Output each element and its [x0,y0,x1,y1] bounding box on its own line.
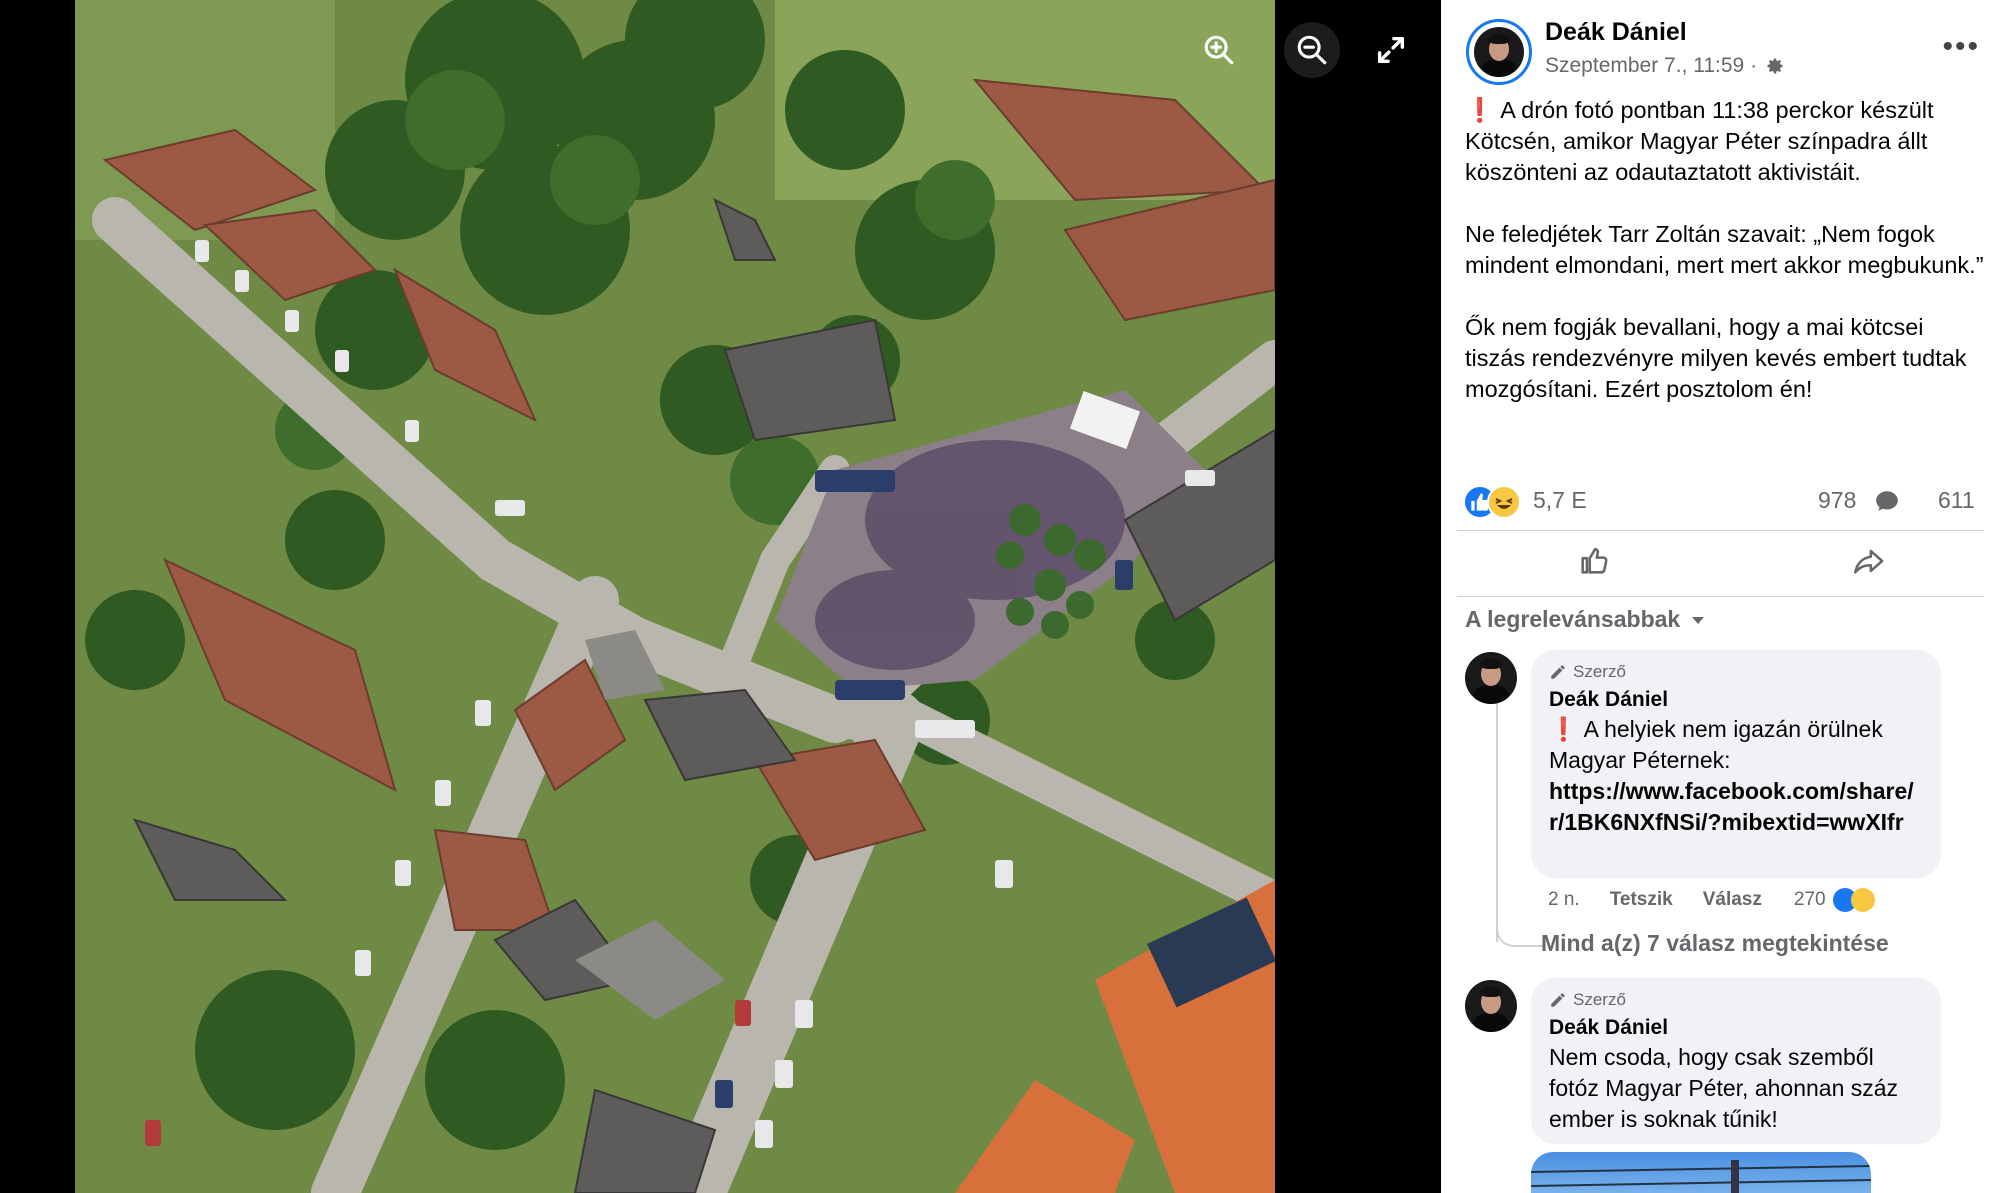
haha-reaction-icon [1850,888,1875,912]
avatar [1474,27,1524,77]
share-button[interactable] [1850,544,1886,578]
drone-photo [75,0,1275,1193]
thread-line [1496,692,1498,942]
exclamation-icon: ❗ [1549,716,1578,742]
comment-avatar[interactable] [1465,980,1517,1032]
comment-reply-button[interactable]: Válasz [1703,889,1762,911]
attachment-image [1531,1160,1871,1193]
author-avatar-ring[interactable] [1466,19,1532,85]
reactions-row: 5,7 E 978 611 [1463,482,2000,519]
post-author-name[interactable]: Deák Dániel [1545,18,1687,47]
zoom-out-icon [1297,35,1327,65]
divider [1457,596,1984,597]
post-panel: Deák Dániel Szeptember 7., 11:59 · ••• ❗… [1441,0,2000,1193]
share-count[interactable]: 611 [1938,487,1975,514]
more-options-button[interactable]: ••• [1942,30,1980,64]
author-badge: Szerző [1549,990,1923,1010]
post-paragraph: Ne feledjétek Tarr Zoltán szavait: „Nem … [1465,221,1984,278]
author-badge: Szerző [1549,662,1923,682]
chevron-down-icon [1692,616,1705,624]
comment-author[interactable]: Deák Dániel [1549,1016,1923,1040]
haha-reaction-icon[interactable] [1487,485,1521,519]
comment-avatar[interactable] [1465,652,1517,704]
zoom-out-button[interactable] [1284,22,1340,78]
post-paragraph: Ők nem fogják bevallani, hogy a mai kötc… [1465,314,1967,402]
comment-sort-label: A legrelevánsabbak [1465,606,1681,632]
pencil-icon [1551,993,1565,1007]
gear-icon[interactable] [1765,56,1785,76]
pencil-icon [1551,665,1565,679]
comment-icon [1876,491,1898,511]
post-timestamp[interactable]: Szeptember 7., 11:59 · [1545,54,1757,78]
action-row [1457,530,1984,596]
post-meta: Szeptember 7., 11:59 · [1545,54,1785,78]
comment-actions: 2 n. Tetszik Válasz 270 [1548,888,1948,912]
fullscreen-button[interactable] [1363,22,1419,78]
exclamation-icon: ❗ [1465,97,1495,123]
photo-viewer [0,0,1441,1193]
reaction-count[interactable]: 5,7 E [1533,487,1587,514]
comment-sort-dropdown[interactable]: A legrelevánsabbak [1465,606,1706,633]
comment-count[interactable]: 978 [1818,487,1856,514]
fullscreen-icon [1377,36,1405,64]
comment-attachment-preview[interactable] [1531,1152,1871,1193]
view-replies-link[interactable]: Mind a(z) 7 válasz megtekintése [1541,930,1889,957]
zoom-in-button[interactable] [1191,22,1247,78]
comment-author[interactable]: Deák Dániel [1549,688,1923,712]
comment-like-button[interactable]: Tetszik [1610,889,1673,911]
comment-bubble: Szerző Deák Dániel Nem csoda, hogy csak … [1531,978,1941,1144]
post-paragraph: ❗ A drón fotó pontban 11:38 perckor készü… [1465,97,1934,185]
like-button[interactable] [1577,544,1611,578]
post-text: ❗ A drón fotó pontban 11:38 perckor készü… [1465,95,1985,436]
comment-text: Nem csoda, hogy csak szemből fotóz Magya… [1549,1044,1899,1132]
comment-age[interactable]: 2 n. [1548,889,1580,911]
thread-connector [1496,915,1546,947]
comment-bubble: Szerző Deák Dániel ❗ A helyiek nem igazán… [1531,650,1941,878]
comment-text: ❗ A helyiek nem igazán örülnek Magyar Pét… [1549,714,1923,838]
comment-link[interactable]: https://www.facebook.com/share/r/1BK6NXf… [1549,776,1923,838]
comment-reaction-count[interactable]: 270 [1794,888,1875,912]
zoom-in-icon [1204,35,1234,65]
